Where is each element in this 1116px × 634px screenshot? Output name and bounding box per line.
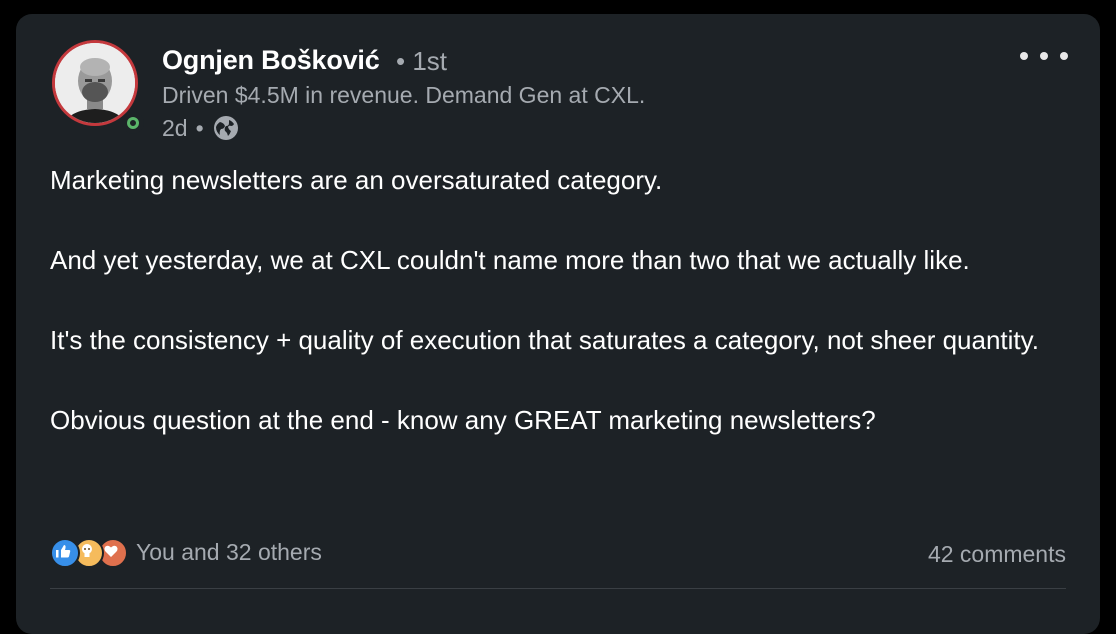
degree-label: 1st: [412, 46, 448, 76]
reactions-count[interactable]: You and 32 others: [136, 539, 322, 566]
degree-separator: •: [396, 46, 406, 76]
post-paragraph: It's the consistency + quality of execut…: [50, 325, 1039, 355]
more-dot-icon: [1040, 52, 1048, 60]
online-status-indicator: [122, 112, 144, 134]
post-time[interactable]: 2d: [162, 115, 188, 142]
avatar-photo: [55, 43, 135, 123]
author-avatar-container[interactable]: [52, 40, 144, 134]
author-headline: Driven $4.5M in revenue. Demand Gen at C…: [162, 82, 646, 108]
comments-count[interactable]: 42 comments: [928, 541, 1066, 568]
globe-icon: [212, 114, 240, 142]
post-meta: 2d •: [162, 114, 240, 142]
author-name[interactable]: Ognjen Bošković: [162, 45, 380, 76]
reaction-icons: [50, 538, 130, 568]
more-options-button[interactable]: [1020, 42, 1068, 70]
meta-separator: •: [195, 114, 204, 141]
connection-degree: • 1st: [396, 46, 447, 77]
post-card: Ognjen Bošković • 1st Driven $4.5M in re…: [16, 14, 1100, 634]
post-paragraph: And yet yesterday, we at CXL couldn't na…: [50, 245, 970, 275]
post-paragraph: Obvious question at the end - know any G…: [50, 405, 876, 435]
post-paragraph: Marketing newsletters are an oversaturat…: [50, 165, 663, 195]
post-text: Marketing newsletters are an oversaturat…: [50, 160, 1080, 440]
divider: [50, 588, 1066, 589]
reactions-summary[interactable]: You and 32 others: [50, 538, 322, 568]
more-dot-icon: [1020, 52, 1028, 60]
more-dot-icon: [1060, 52, 1068, 60]
avatar[interactable]: [52, 40, 138, 126]
like-icon: [50, 538, 80, 568]
